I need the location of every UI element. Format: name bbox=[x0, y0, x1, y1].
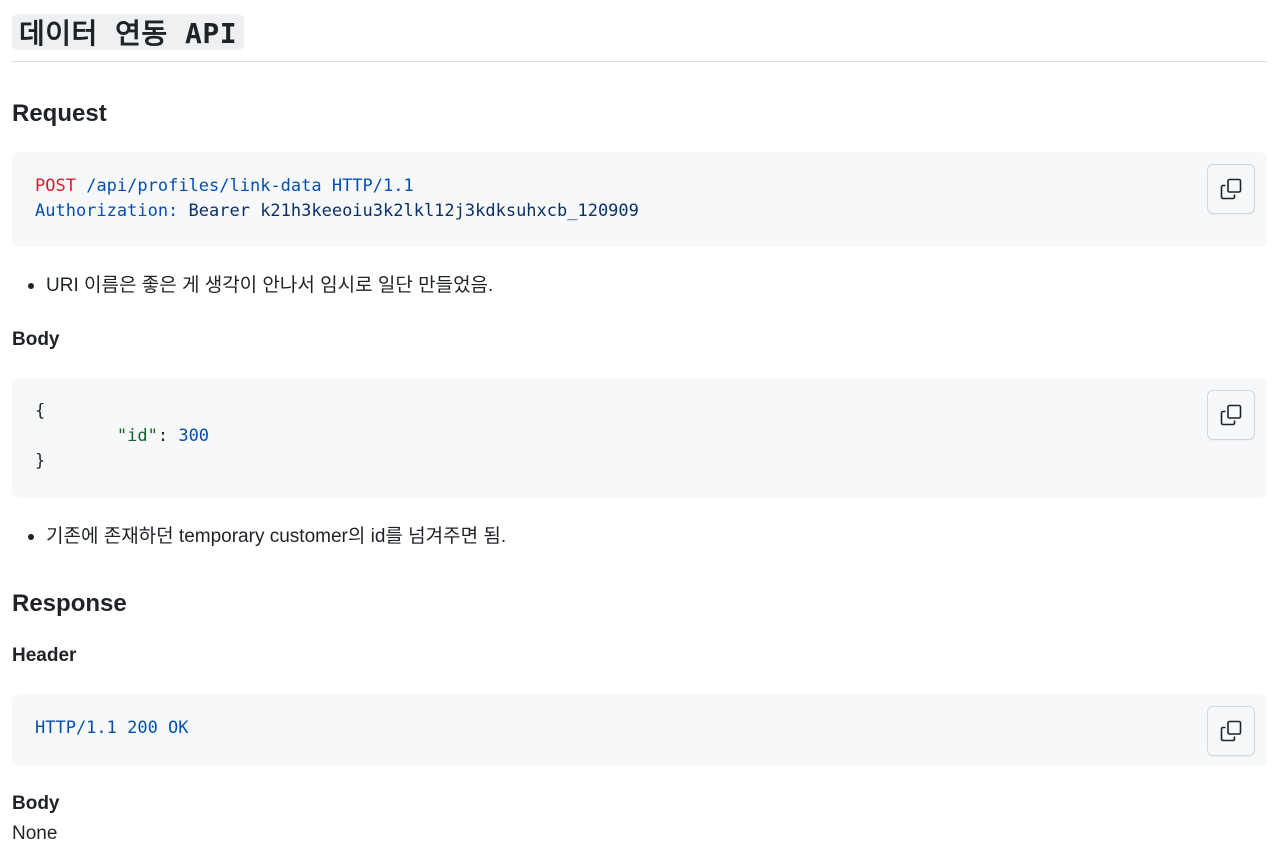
copy-header-button[interactable] bbox=[1207, 706, 1255, 756]
response-header-code-block: HTTP/1.1 200 OK bbox=[12, 694, 1267, 766]
json-value: 300 bbox=[178, 426, 210, 446]
status-line: HTTP/1.1 200 OK bbox=[35, 718, 189, 738]
copy-icon bbox=[1219, 177, 1243, 201]
request-heading: Request bbox=[12, 100, 107, 127]
copy-icon bbox=[1219, 403, 1243, 427]
uri-note-item: URI 이름은 좋은 게 생각이 안나서 임시로 일단 만들었음. bbox=[28, 274, 493, 298]
auth-line: Authorization: Bearer k21h3keeoiu3k2lkl1… bbox=[35, 201, 639, 221]
request-body-code: { "id": 300 } bbox=[35, 399, 209, 474]
page-title-text: 데이터 연동 API bbox=[12, 14, 245, 50]
request-body-heading: Body bbox=[12, 329, 60, 350]
response-header-code: HTTP/1.1 200 OK bbox=[35, 716, 189, 741]
title-divider bbox=[12, 61, 1267, 62]
copy-icon bbox=[1219, 719, 1243, 743]
bullet-dot bbox=[28, 283, 34, 289]
response-body-heading: Body bbox=[12, 793, 60, 814]
response-body-value: None bbox=[12, 823, 58, 844]
request-line: POST /api/profiles/link-data HTTP/1.1 bbox=[35, 176, 414, 196]
uri-note-text: URI 이름은 좋은 게 생각이 안나서 임시로 일단 만들었음. bbox=[46, 275, 494, 296]
copy-body-button[interactable] bbox=[1207, 390, 1255, 440]
page-title: 데이터 연동 API bbox=[12, 14, 245, 50]
response-header-heading: Header bbox=[12, 645, 77, 666]
bullet-dot bbox=[28, 534, 34, 540]
json-colon: : bbox=[157, 426, 179, 446]
request-body-code-block: { "id": 300 } bbox=[12, 378, 1267, 498]
json-key: "id" bbox=[116, 426, 158, 446]
request-code-block: POST /api/profiles/link-data HTTP/1.1 Au… bbox=[12, 152, 1267, 247]
copy-request-button[interactable] bbox=[1207, 164, 1255, 214]
request-code: POST /api/profiles/link-data HTTP/1.1 Au… bbox=[35, 174, 639, 224]
json-close-brace: } bbox=[35, 451, 46, 471]
body-note-item: 기존에 존재하던 temporary customer의 id를 넘겨주면 됨. bbox=[28, 525, 506, 549]
response-heading: Response bbox=[12, 590, 127, 617]
json-open-brace: { bbox=[35, 401, 46, 421]
request-path: /api/profiles/link-data HTTP/1.1 bbox=[86, 176, 414, 196]
body-note-text: 기존에 존재하던 temporary customer의 id를 넘겨주면 됨. bbox=[46, 526, 507, 547]
markdown-page: 데이터 연동 API Request POST /api/profiles/li… bbox=[0, 0, 1280, 864]
http-method: POST bbox=[35, 176, 76, 196]
auth-header-value: Bearer k21h3keeoiu3k2lkl12j3kdksuhxcb_12… bbox=[188, 201, 639, 221]
auth-header-key: Authorization: bbox=[35, 201, 179, 221]
